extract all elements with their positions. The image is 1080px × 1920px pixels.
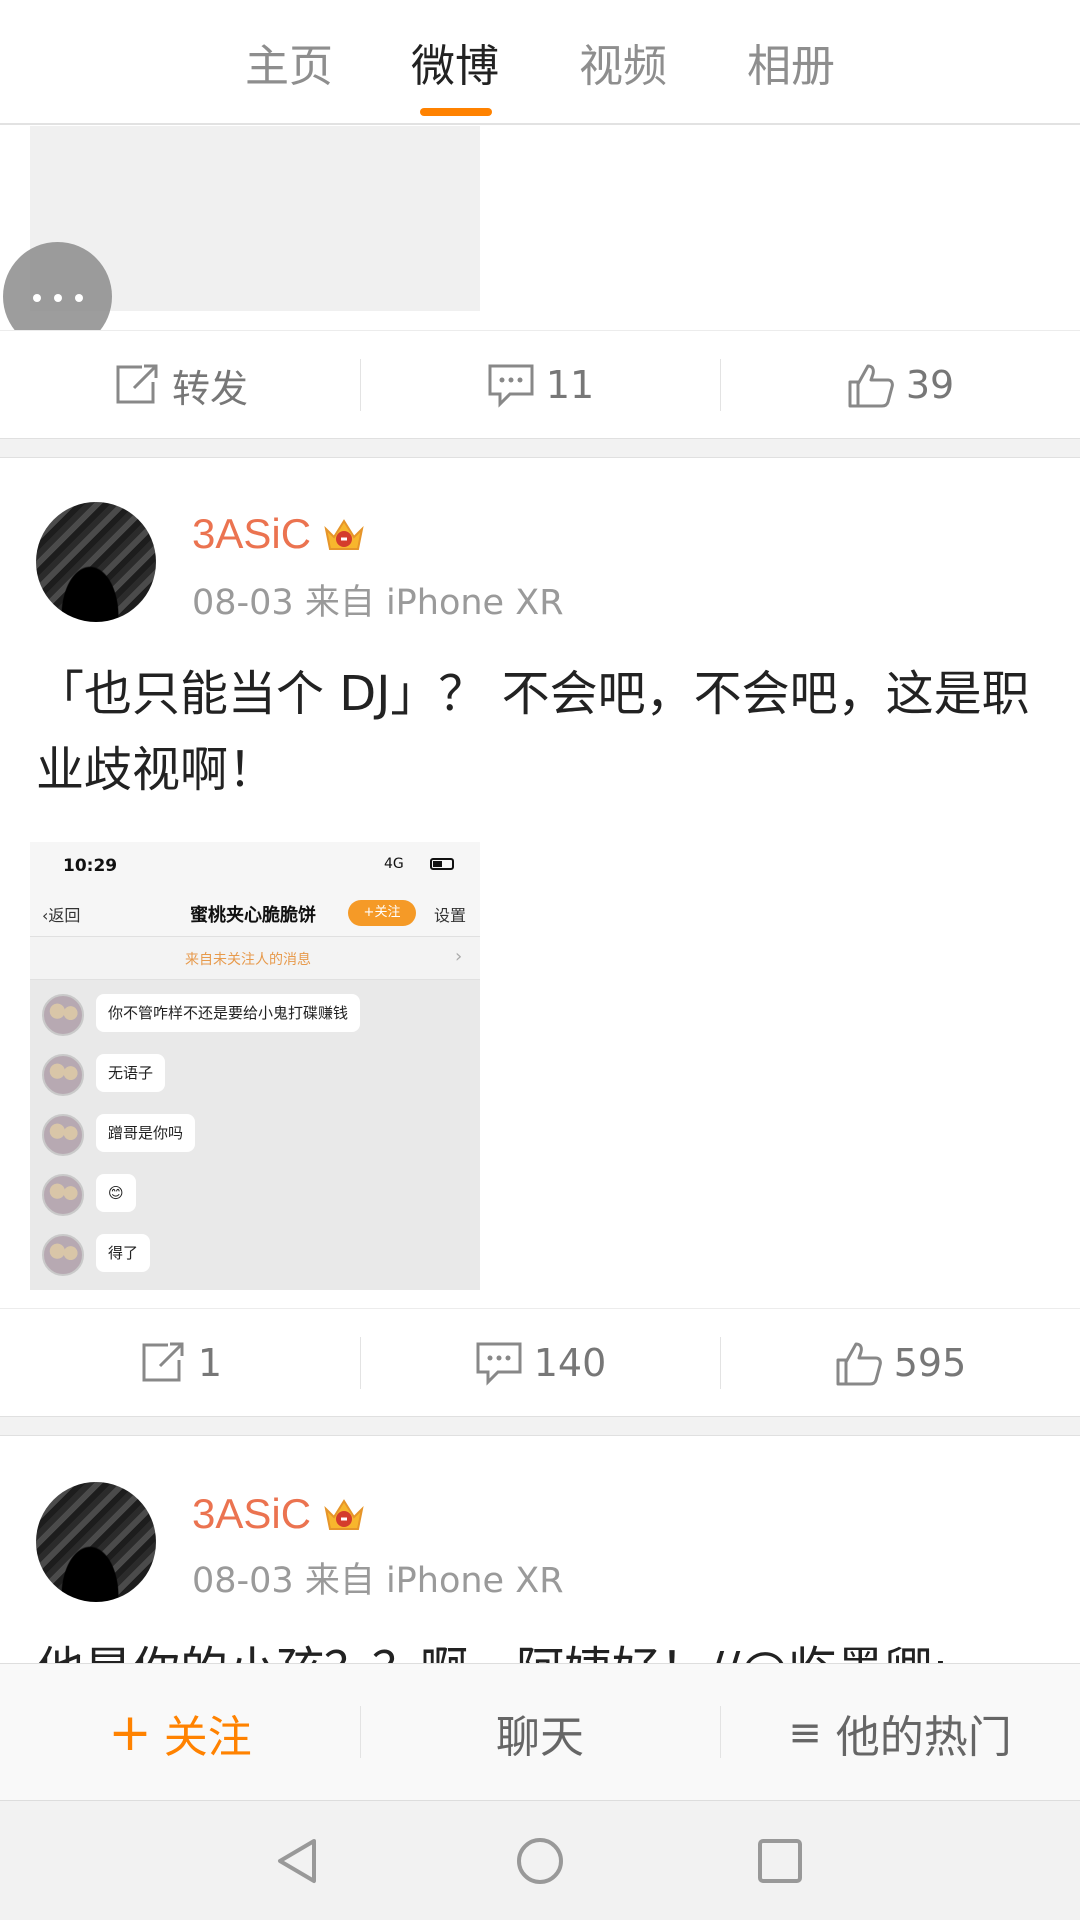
battery-icon [430, 858, 454, 870]
repost-icon [116, 364, 158, 404]
follow-button[interactable]: + 关注 [0, 1664, 360, 1801]
message-bubble: 😊 [96, 1174, 136, 1212]
hot-posts-label: 他的热门 [835, 1711, 1012, 1763]
tab-video[interactable]: 视频 [579, 30, 667, 94]
post-image[interactable]: 10:29 4G ‹返回 蜜桃夹心脆脆饼 +关注 设置 来自未关注人的消息 › … [30, 842, 480, 1290]
screenshot-avatar [42, 994, 84, 1036]
avatar[interactable] [36, 502, 156, 622]
screenshot-settings: 设置 [434, 906, 467, 925]
comment-icon [476, 1342, 522, 1386]
repost-button[interactable]: 转发 [0, 331, 360, 439]
thumbs-up-icon [836, 1342, 882, 1386]
like-button[interactable]: 595 [720, 1309, 1080, 1417]
repost-label: 转发 [171, 366, 248, 411]
screenshot-back-label: 返回 [48, 906, 81, 925]
follow-label: 关注 [163, 1711, 252, 1763]
chat-label: 聊天 [496, 1711, 584, 1763]
thumbs-up-icon [848, 364, 894, 408]
post-action-bar: 转发 11 39 [0, 330, 1080, 438]
home-circle-icon[interactable] [516, 1837, 564, 1885]
like-count: 39 [905, 363, 955, 407]
screenshot-message: 无语子 [30, 1048, 480, 1098]
screenshot-back: ‹返回 [42, 902, 80, 926]
username[interactable]: 3ASiC [192, 510, 311, 558]
screenshot-notice-text: 来自未关注人的消息 [185, 952, 311, 968]
screenshot-message: 得了 [30, 1228, 480, 1278]
post-action-bar: 1 140 595 [0, 1308, 1080, 1416]
tab-album[interactable]: 相册 [747, 30, 835, 94]
chat-button[interactable]: 聊天 [360, 1664, 720, 1801]
post-separator [0, 1416, 1080, 1436]
comment-icon [488, 364, 534, 408]
message-bubble: 得了 [96, 1234, 151, 1272]
active-tab-indicator [420, 108, 492, 116]
back-triangle-icon[interactable] [274, 1837, 322, 1885]
comment-count: 140 [533, 1341, 607, 1385]
chevron-right-icon: › [455, 946, 463, 967]
plus-icon: + [108, 1702, 152, 1763]
repost-button[interactable]: 1 [0, 1309, 360, 1417]
screenshot-avatar [42, 1114, 84, 1156]
screenshot-follow: +关注 [348, 900, 416, 926]
screenshot-message: 你不管咋样不还是要给小鬼打碟赚钱 [30, 988, 480, 1038]
message-bubble: 无语子 [96, 1054, 166, 1092]
username[interactable]: 3ASiC [192, 1490, 311, 1538]
post-separator [0, 438, 1080, 458]
profile-tab-bar: 主页 微博 视频 相册 [0, 0, 1080, 125]
tab-home[interactable]: 主页 [245, 30, 333, 94]
message-bubble: 你不管咋样不还是要给小鬼打碟赚钱 [96, 994, 361, 1032]
screenshot-notice: 来自未关注人的消息 › [30, 936, 480, 980]
screenshot-title: 蜜桃夹心脆脆饼 [190, 905, 316, 926]
system-nav-bar [0, 1800, 1080, 1920]
like-button[interactable]: 39 [720, 331, 1080, 439]
post-meta: 08-03 来自 iPhone XR [192, 583, 564, 623]
hot-posts-button[interactable]: ≡ 他的热门 [720, 1664, 1080, 1801]
screenshot-avatar [42, 1234, 84, 1276]
message-bubble: 蹭哥是你吗 [96, 1114, 196, 1152]
screenshot-message: 蹭哥是你吗 [30, 1108, 480, 1158]
tab-weibo[interactable]: 微博 [411, 30, 499, 94]
screenshot-avatar [42, 1174, 84, 1216]
recents-square-icon[interactable] [756, 1837, 804, 1885]
repost-icon [142, 1342, 184, 1382]
like-count: 595 [893, 1341, 967, 1385]
post-text[interactable]: 「也只能当个 DJ」？ 不会吧，不会吧，这是职业歧视啊！ [36, 656, 1046, 808]
screenshot-status-bar: 10:29 4G [30, 842, 480, 890]
screenshot-signal: 4G [384, 856, 404, 872]
profile-action-bar: + 关注 聊天 ≡ 他的热门 [0, 1663, 1080, 1800]
comment-button[interactable]: 140 [360, 1309, 720, 1417]
post-meta: 08-03 来自 iPhone XR [192, 1561, 564, 1601]
comment-button[interactable]: 11 [360, 331, 720, 439]
menu-icon: ≡ [788, 1709, 822, 1756]
avatar[interactable] [36, 1482, 156, 1602]
screenshot-nav-bar: ‹返回 蜜桃夹心脆脆饼 +关注 设置 [30, 890, 480, 936]
comment-count: 11 [545, 363, 595, 407]
screenshot-message: 😊 [30, 1168, 480, 1218]
screenshot-time: 10:29 [63, 856, 118, 876]
crown-vip-icon [324, 1499, 364, 1530]
crown-vip-icon [324, 519, 364, 550]
screenshot-avatar [42, 1054, 84, 1096]
repost-count: 1 [197, 1341, 223, 1385]
